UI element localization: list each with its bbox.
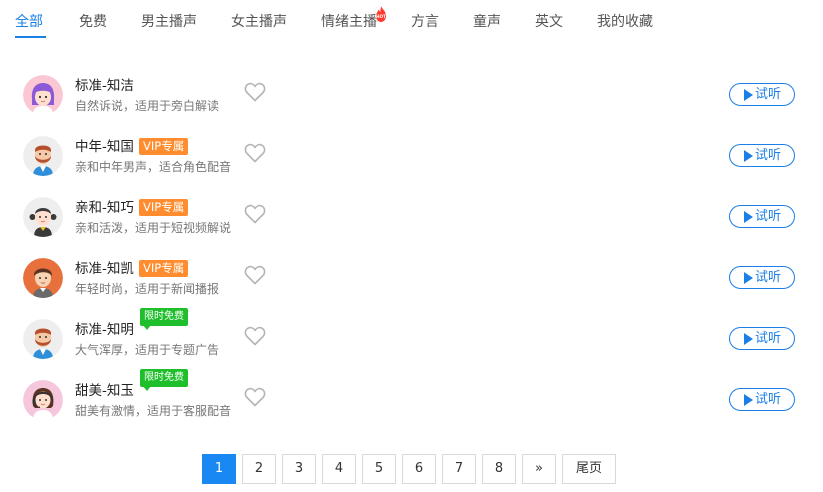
voice-row: 标准-知明 限时免费 大气浑厚，适用于专题广告 试听	[0, 308, 823, 369]
tab-dialect[interactable]: 方言	[411, 12, 439, 32]
voice-name: 甜美-知玉	[75, 383, 134, 399]
tab-male[interactable]: 男主播声	[141, 12, 197, 32]
preview-button[interactable]: 试听	[729, 388, 795, 411]
young-man-avatar	[23, 258, 63, 298]
last-page-button[interactable]: 尾页	[562, 454, 616, 484]
preview-button[interactable]: 试听	[729, 83, 795, 106]
limited-free-badge: 限时免费	[140, 369, 188, 391]
hot-flame-icon: HOT	[374, 6, 388, 22]
preview-label: 试听	[755, 392, 782, 407]
page-6-button[interactable]: 6	[402, 454, 436, 484]
voice-description: 自然诉说，适用于旁白解读	[75, 99, 220, 113]
play-icon	[744, 211, 753, 223]
page-2-button[interactable]: 2	[242, 454, 276, 484]
pagination: 1 2 3 4 5 6 7 8 » 尾页	[0, 454, 823, 484]
vip-badge: VIP专属	[139, 199, 189, 216]
headset-woman-avatar	[23, 380, 63, 420]
voice-description: 亲和活泼，适用于短视频解说	[75, 221, 232, 235]
tab-all[interactable]: 全部	[15, 12, 43, 32]
favorite-heart-icon[interactable]	[244, 387, 266, 407]
play-icon	[744, 89, 753, 101]
preview-label: 试听	[755, 270, 782, 285]
preview-button[interactable]: 试听	[729, 266, 795, 289]
preview-button[interactable]: 试听	[729, 205, 795, 228]
bearded-man-avatar	[23, 136, 63, 176]
voice-name: 亲和-知巧	[75, 200, 134, 216]
bearded-man-avatar	[23, 319, 63, 359]
voice-name: 标准-知凯	[75, 261, 134, 277]
vip-badge: VIP专属	[139, 260, 189, 277]
play-icon	[744, 272, 753, 284]
preview-button[interactable]: 试听	[729, 144, 795, 167]
favorite-heart-icon[interactable]	[244, 204, 266, 224]
play-icon	[744, 333, 753, 345]
favorite-heart-icon[interactable]	[244, 143, 266, 163]
page-8-button[interactable]: 8	[482, 454, 516, 484]
play-icon	[744, 150, 753, 162]
tab-favorites[interactable]: 我的收藏	[597, 12, 653, 32]
tab-english[interactable]: 英文	[535, 12, 563, 32]
active-tab-underline	[15, 36, 46, 38]
voice-description: 年轻时尚，适用于新闻播报	[75, 282, 220, 296]
preview-label: 试听	[755, 209, 782, 224]
limited-free-badge: 限时免费	[140, 308, 188, 330]
voice-row: 中年-知国 VIP专属 亲和中年男声，适合角色配音 试听	[0, 125, 823, 186]
preview-label: 试听	[755, 331, 782, 346]
preview-label: 试听	[755, 87, 782, 102]
voice-name: 标准-知洁	[75, 78, 134, 94]
voice-row: 标准-知凯 VIP专属 年轻时尚，适用于新闻播报 试听	[0, 247, 823, 308]
voice-row: 标准-知洁 自然诉说，适用于旁白解读 试听	[0, 64, 823, 125]
preview-label: 试听	[755, 148, 782, 163]
voice-description: 大气浑厚，适用于专题广告	[75, 343, 220, 357]
page-1-button[interactable]: 1	[202, 454, 236, 484]
page-7-button[interactable]: 7	[442, 454, 476, 484]
hot-badge-text: HOT	[376, 14, 386, 19]
tab-emotion[interactable]: 情绪主播	[321, 12, 377, 32]
voice-description: 甜美有激情，适用于客服配音	[75, 404, 232, 418]
favorite-heart-icon[interactable]	[244, 82, 266, 102]
page-3-button[interactable]: 3	[282, 454, 316, 484]
page-5-button[interactable]: 5	[362, 454, 396, 484]
tab-female[interactable]: 女主播声	[231, 12, 287, 32]
voice-description: 亲和中年男声，适合角色配音	[75, 160, 232, 174]
page-4-button[interactable]: 4	[322, 454, 356, 484]
voice-name: 标准-知明	[75, 322, 134, 338]
female-purple-hair-avatar	[23, 75, 63, 115]
voice-row: 甜美-知玉 限时免费 甜美有激情，适用于客服配音 试听	[0, 369, 823, 430]
favorite-heart-icon[interactable]	[244, 265, 266, 285]
voice-name: 中年-知国	[75, 139, 134, 155]
favorite-heart-icon[interactable]	[244, 326, 266, 346]
vip-badge: VIP专属	[139, 138, 189, 155]
category-tabs: 全部 免费 男主播声 女主播声 情绪主播 方言 童声 英文 我的收藏 HOT	[0, 0, 823, 40]
preview-button[interactable]: 试听	[729, 327, 795, 350]
tab-free[interactable]: 免费	[79, 12, 107, 32]
voice-row: 亲和-知巧 VIP专属 亲和活泼，适用于短视频解说 试听	[0, 186, 823, 247]
play-icon	[744, 394, 753, 406]
next-page-button[interactable]: »	[522, 454, 556, 484]
tab-child[interactable]: 童声	[473, 12, 501, 32]
pigtail-girl-avatar	[23, 197, 63, 237]
